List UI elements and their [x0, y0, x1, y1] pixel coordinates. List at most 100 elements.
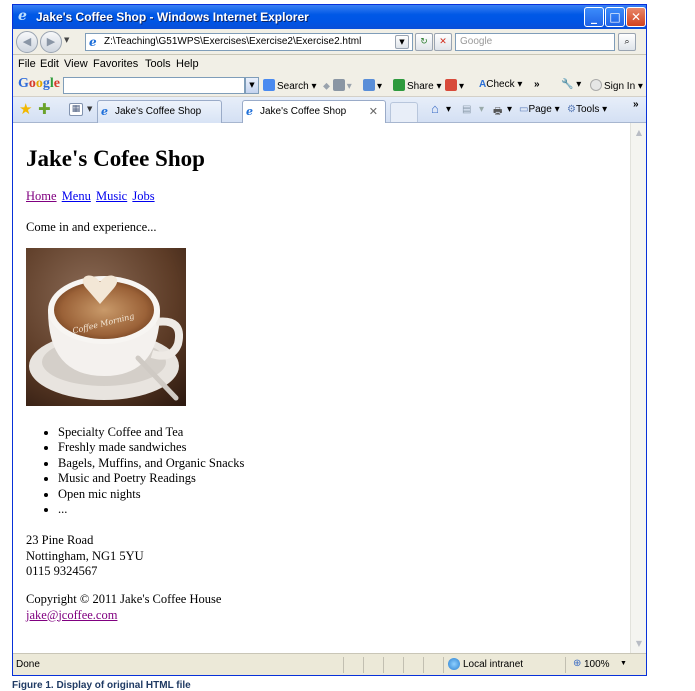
- nav-link-music[interactable]: Music: [96, 189, 127, 203]
- forward-button[interactable]: ▶: [40, 31, 62, 53]
- google-signin-button[interactable]: Sign In ▾: [590, 79, 643, 92]
- print-dropdown[interactable]: ▾: [507, 104, 512, 115]
- google-search-input[interactable]: [63, 77, 245, 94]
- recent-pages-dropdown[interactable]: ▼: [64, 36, 69, 44]
- address-dropdown[interactable]: ▼: [395, 35, 409, 49]
- favorites-star-icon[interactable]: ★: [19, 101, 32, 117]
- address-street: 23 Pine Road: [26, 533, 94, 547]
- popup-blocker-icon: [445, 79, 457, 91]
- page-heading: Jake's Cofee Shop: [26, 146, 205, 171]
- list-item: Music and Poetry Readings: [58, 471, 244, 486]
- list-item: Specialty Coffee and Tea: [58, 425, 244, 440]
- refresh-icon: ↻: [420, 37, 428, 47]
- add-favorite-icon[interactable]: ✚: [38, 101, 51, 117]
- tab-close-icon[interactable]: ✕: [369, 105, 378, 118]
- tab-bar: ★ ✚ ▦ ▼ e Jake's Coffee Shop e Jake's Co…: [13, 97, 646, 123]
- email-link[interactable]: jake@jcoffee.com: [26, 608, 117, 622]
- nav-link-home[interactable]: Home: [26, 189, 57, 203]
- status-divider: [343, 657, 344, 673]
- tab-jakes-coffee-1[interactable]: e Jake's Coffee Shop: [97, 100, 222, 123]
- google-toolbar: Google ▼ Search ▾ ⬥ ▾ ▾ Share ▾ ▾ ACheck…: [13, 73, 646, 97]
- close-button[interactable]: ✕: [626, 7, 646, 27]
- intro-text: Come in and experience...: [26, 220, 157, 234]
- google-popup-blocker-button[interactable]: ▾: [445, 79, 464, 92]
- zoom-icon[interactable]: ⊕: [573, 658, 581, 669]
- stop-icon: ✕: [439, 37, 447, 47]
- address-phone: 0115 9324567: [26, 564, 98, 578]
- google-search-dropdown[interactable]: ▼: [245, 77, 259, 94]
- feeds-dropdown[interactable]: ▾: [479, 104, 484, 115]
- list-item: ...: [58, 502, 244, 517]
- google-search-button[interactable]: Search ▾: [263, 79, 317, 92]
- feeds-icon[interactable]: ▤: [462, 104, 471, 115]
- vertical-scrollbar[interactable]: ▲ ▼: [630, 123, 646, 653]
- menu-favorites[interactable]: Favorites: [93, 58, 138, 70]
- stop-button[interactable]: ✕: [434, 33, 452, 51]
- scroll-up-icon[interactable]: ▲: [632, 126, 646, 140]
- status-divider: [403, 657, 404, 673]
- share-icon: [393, 79, 405, 91]
- tools-menu-button[interactable]: ⚙Tools ▾: [567, 104, 607, 115]
- ie-icon: e: [18, 8, 27, 24]
- page-ie-icon: e: [89, 35, 97, 49]
- scroll-down-icon[interactable]: ▼: [632, 637, 646, 651]
- status-divider: [443, 657, 444, 673]
- new-tab-button[interactable]: [390, 102, 418, 122]
- user-icon: [590, 79, 602, 91]
- features-list: Specialty Coffee and Tea Freshly made sa…: [44, 425, 244, 517]
- page-viewport: Jake's Cofee Shop Home Menu Music Jobs C…: [13, 123, 630, 653]
- home-icon[interactable]: ⌂: [431, 101, 439, 116]
- home-dropdown[interactable]: ▾: [446, 104, 451, 115]
- zoom-level[interactable]: 100%: [584, 659, 610, 670]
- coffee-cup-image: Coffee Morning: [26, 248, 186, 406]
- google-more-button[interactable]: »: [534, 79, 540, 90]
- forward-arrow-icon: ▶: [46, 35, 56, 48]
- menu-help[interactable]: Help: [176, 58, 199, 70]
- tab-jakes-coffee-2[interactable]: e Jake's Coffee Shop ✕: [242, 100, 386, 123]
- search-icon: ⌕: [624, 37, 630, 47]
- menu-file[interactable]: File: [18, 58, 36, 70]
- list-item: Freshly made sandwiches: [58, 440, 244, 455]
- refresh-button[interactable]: ↻: [415, 33, 433, 51]
- minimize-button[interactable]: _: [584, 7, 604, 27]
- search-input[interactable]: Google: [455, 33, 615, 51]
- page-menu-button[interactable]: ▭Page ▾: [519, 104, 560, 115]
- list-item: Bagels, Muffins, and Organic Snacks: [58, 456, 244, 471]
- back-button[interactable]: ◀: [16, 31, 38, 53]
- copyright-text: Copyright © 2011 Jake's Coffee House: [26, 592, 222, 606]
- menu-bar: File Edit View Favorites Tools Help: [13, 55, 646, 73]
- google-bookmarks-button[interactable]: ▾: [363, 79, 382, 92]
- tab-list-dropdown[interactable]: ▼: [87, 105, 92, 113]
- footer: Copyright © 2011 Jake's Coffee House jak…: [26, 592, 221, 623]
- address-field[interactable]: e Z:\Teaching\G51WPS\Exercises\Exercise2…: [85, 33, 413, 51]
- browser-window: e Jake's Coffee Shop - Windows Internet …: [12, 4, 647, 676]
- google-logo: Google: [18, 76, 60, 91]
- print-icon[interactable]: 🖶: [493, 104, 502, 121]
- menu-tools[interactable]: Tools: [145, 58, 171, 70]
- quick-tabs-icon[interactable]: ▦: [69, 103, 83, 116]
- menu-edit[interactable]: Edit: [40, 58, 59, 70]
- google-share-button[interactable]: Share ▾: [393, 79, 442, 92]
- google-news-button[interactable]: ⬥ ▾: [323, 79, 352, 92]
- search-button[interactable]: ⌕: [618, 33, 636, 51]
- status-divider: [565, 657, 566, 673]
- google-news-icon: [332, 79, 345, 91]
- zoom-dropdown[interactable]: ▼: [620, 660, 627, 667]
- shop-address: 23 Pine Road Nottingham, NG1 5YU 0115 93…: [26, 533, 144, 580]
- status-divider: [383, 657, 384, 673]
- tab-ie-icon: e: [246, 105, 253, 118]
- nav-link-menu[interactable]: Menu: [62, 189, 91, 203]
- status-divider: [423, 657, 424, 673]
- menu-view[interactable]: View: [64, 58, 88, 70]
- maximize-button[interactable]: □: [605, 7, 625, 27]
- tab-label: Jake's Coffee Shop: [260, 106, 347, 117]
- google-check-button[interactable]: ACheck ▾: [479, 79, 522, 90]
- address-url: Z:\Teaching\G51WPS\Exercises\Exercise2\E…: [104, 36, 362, 47]
- address-city: Nottingham, NG1 5YU: [26, 548, 144, 563]
- status-text: Done: [16, 659, 40, 670]
- command-more-button[interactable]: »: [633, 99, 639, 110]
- google-search-icon: [263, 79, 275, 91]
- google-settings-button[interactable]: 🔧 ▾: [561, 79, 581, 90]
- intranet-zone-icon: [448, 658, 460, 670]
- nav-link-jobs[interactable]: Jobs: [132, 189, 154, 203]
